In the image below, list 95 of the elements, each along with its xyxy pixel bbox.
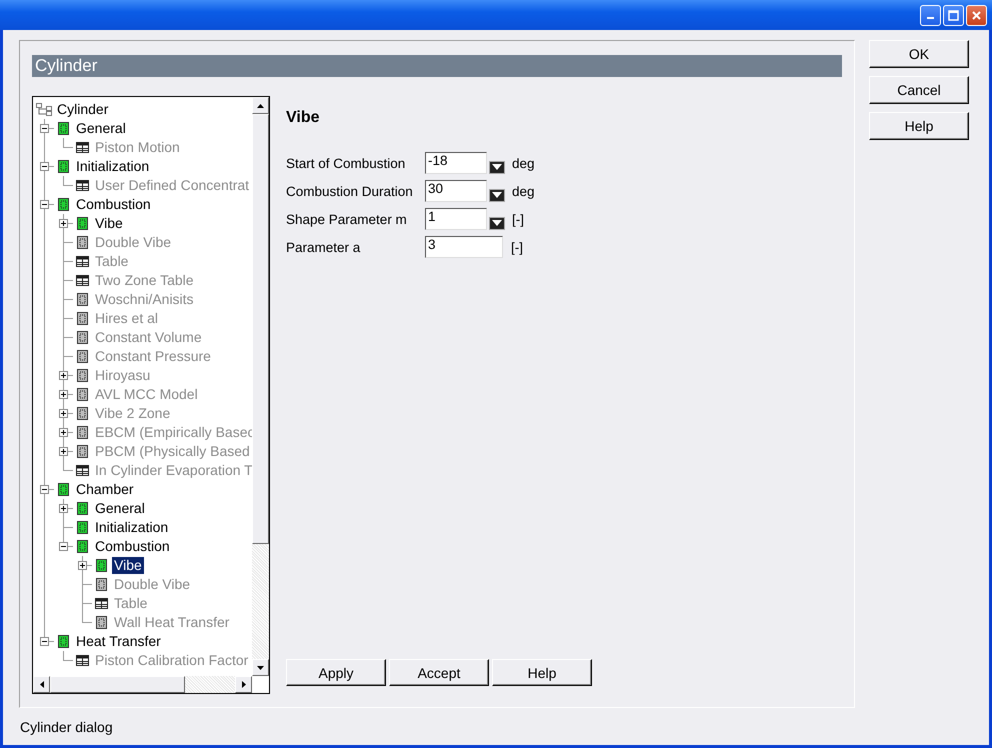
tree-item[interactable]: Heat Transfer: [74, 633, 163, 650]
form-icon: [77, 445, 88, 458]
unit-label: [-]: [512, 212, 524, 226]
input-field[interactable]: -18: [425, 152, 487, 174]
field-label: Combustion Duration: [286, 184, 414, 198]
form-title: Vibe: [286, 109, 320, 127]
close-icon: [971, 10, 982, 20]
arrow-left-icon[interactable]: [40, 681, 44, 688]
dialog-button[interactable]: OK: [869, 40, 969, 68]
table-icon: [76, 142, 89, 153]
maximize-button[interactable]: [943, 4, 964, 26]
maximize-icon: [948, 10, 959, 20]
expand-toggle-icon[interactable]: [78, 561, 87, 570]
tree-item[interactable]: General: [74, 120, 128, 137]
tree-item[interactable]: Initialization: [74, 158, 152, 175]
field-label: Start of Combustion: [286, 156, 406, 170]
expand-toggle-icon[interactable]: [59, 371, 68, 380]
expand-toggle-icon[interactable]: [40, 485, 49, 494]
form-icon: [77, 217, 88, 230]
unit-label: deg: [512, 156, 535, 170]
expand-toggle-icon[interactable]: [40, 124, 49, 133]
form-icon: [77, 407, 88, 420]
dialog-button[interactable]: Help: [492, 659, 592, 686]
unit-label: [-]: [511, 240, 523, 254]
dialog-button[interactable]: Accept: [389, 659, 489, 686]
dialog-button[interactable]: Help: [869, 112, 969, 140]
tree-item[interactable]: Combustion: [74, 196, 153, 213]
form-icon: [77, 369, 88, 382]
table-icon: [76, 465, 89, 476]
dropdown-button[interactable]: [489, 160, 505, 174]
expand-toggle-icon[interactable]: [59, 504, 68, 513]
tree-item[interactable]: Chamber: [74, 481, 136, 498]
expand-toggle-icon[interactable]: [59, 390, 68, 399]
table-icon: [76, 256, 89, 267]
minimize-button[interactable]: [920, 4, 941, 26]
dropdown-button[interactable]: [489, 216, 505, 230]
horizontal-scrollbar[interactable]: [33, 676, 252, 693]
expand-toggle-icon[interactable]: [59, 219, 68, 228]
field-label: Shape Parameter m: [286, 212, 408, 226]
unit-label: deg: [512, 184, 535, 198]
tree-item[interactable]: Combustion: [93, 538, 172, 555]
panel-title: Cylinder: [32, 55, 842, 77]
tree-view[interactable]: [32, 96, 270, 694]
form-icon: [77, 312, 88, 325]
dialog-button[interactable]: Apply: [286, 659, 386, 686]
form-icon: [77, 540, 88, 553]
status-text: Cylinder dialog: [19, 718, 114, 737]
table-icon: [95, 598, 108, 609]
form-icon: [96, 559, 107, 572]
form-icon: [77, 426, 88, 439]
expand-toggle-icon[interactable]: [40, 637, 49, 646]
form-icon: [77, 331, 88, 344]
input-field[interactable]: 30: [425, 180, 487, 202]
form-icon: [77, 502, 88, 515]
field-label: Parameter a: [286, 240, 362, 254]
caret-down-icon: [492, 192, 502, 198]
form-icon: [58, 160, 69, 173]
tree-item[interactable]: Cylinder: [55, 101, 110, 118]
tree-structure-icon: [36, 103, 54, 116]
arrow-up-icon[interactable]: [257, 104, 264, 108]
expand-toggle-icon[interactable]: [59, 447, 68, 456]
table-icon: [76, 180, 89, 191]
table-icon: [76, 275, 89, 286]
form-icon: [77, 236, 88, 249]
arrow-down-icon[interactable]: [257, 666, 264, 670]
table-icon: [76, 655, 89, 666]
close-button[interactable]: [966, 4, 987, 26]
input-field[interactable]: 1: [425, 208, 487, 230]
expand-toggle-icon[interactable]: [40, 162, 49, 171]
minimize-icon: [927, 17, 934, 19]
expand-toggle-icon[interactable]: [40, 200, 49, 209]
form-icon: [77, 350, 88, 363]
form-icon: [58, 635, 69, 648]
input-field[interactable]: 3: [425, 236, 503, 258]
caret-down-icon: [492, 220, 502, 226]
form-icon: [96, 616, 107, 629]
dropdown-button[interactable]: [489, 188, 505, 202]
dialog-button[interactable]: Cancel: [869, 76, 969, 104]
form-icon: [77, 521, 88, 534]
form-icon: [58, 483, 69, 496]
tree-item[interactable]: General: [93, 500, 147, 517]
vertical-scrollbar[interactable]: [252, 97, 269, 676]
tree-item[interactable]: Vibe: [112, 557, 144, 574]
form-icon: [58, 122, 69, 135]
caret-down-icon: [492, 164, 502, 170]
expand-toggle-icon[interactable]: [59, 428, 68, 437]
form-icon: [58, 198, 69, 211]
expand-toggle-icon[interactable]: [59, 409, 68, 418]
arrow-right-icon[interactable]: [242, 681, 246, 688]
form-icon: [96, 578, 107, 591]
expand-toggle-icon[interactable]: [59, 542, 68, 551]
tree-item[interactable]: Vibe: [93, 215, 125, 232]
form-icon: [77, 388, 88, 401]
tree-item[interactable]: Initialization: [93, 519, 170, 536]
form-icon: [77, 293, 88, 306]
